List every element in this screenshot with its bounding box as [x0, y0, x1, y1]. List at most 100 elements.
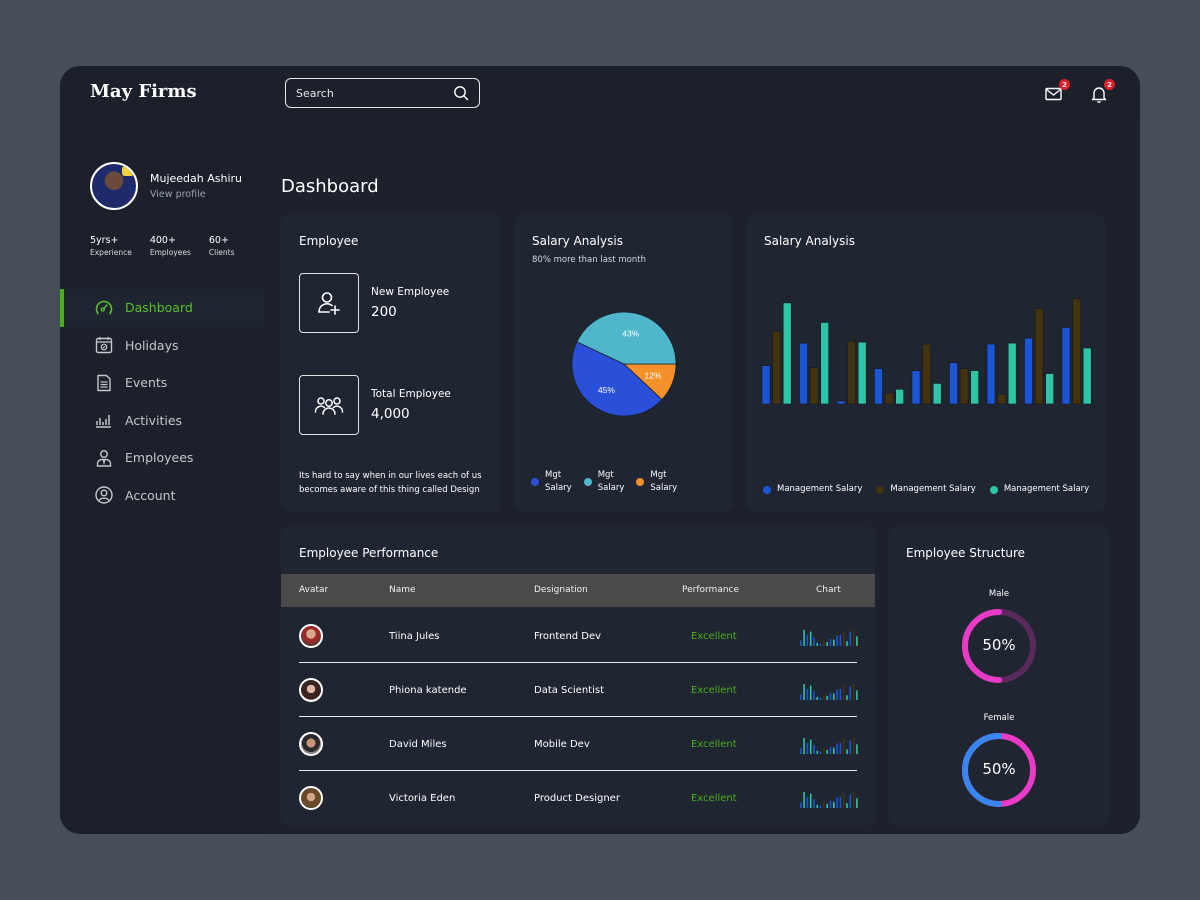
avatar [299, 624, 323, 648]
employee-designation: Data Scientist [534, 685, 604, 696]
employee-designation: Frontend Dev [534, 631, 602, 642]
pie-slice-label: 45% [598, 385, 615, 395]
bar[interactable] [1061, 327, 1071, 405]
sparkline-bar [819, 697, 822, 700]
column-header-name[interactable]: Name [389, 585, 416, 595]
bar[interactable] [1082, 347, 1092, 405]
employee-card: Employee New Employee 200 Total Employee [281, 214, 500, 512]
top-bar: May Firms 2 2 [60, 66, 1140, 121]
employee-name: Victoria Eden [389, 793, 456, 804]
search-icon[interactable] [453, 85, 469, 101]
bar[interactable] [857, 341, 867, 405]
view-profile-link[interactable]: View profile [150, 189, 242, 200]
new-employee-tile[interactable] [299, 273, 359, 333]
sidebar-item-events[interactable]: Events [60, 364, 263, 402]
bar[interactable] [836, 400, 846, 405]
sparkline-bar [823, 640, 825, 646]
sparkline-bar [823, 748, 825, 754]
stat-clients: 60+ Clients [209, 235, 235, 257]
bar[interactable] [1034, 308, 1044, 405]
bar[interactable] [959, 368, 969, 405]
bar[interactable] [884, 392, 894, 405]
sparkline-bar [852, 684, 855, 700]
bar[interactable] [911, 370, 921, 405]
total-employee-tile[interactable] [299, 375, 359, 435]
legend-label: Management Salary [777, 484, 863, 494]
table-row[interactable]: David Miles Mobile Dev Excellent [281, 718, 875, 772]
sparkline-bar [846, 695, 848, 700]
brand-logo[interactable]: May Firms [90, 81, 197, 102]
sidebar-item-employees[interactable]: Employees [60, 439, 263, 477]
legend-line2: Salary [597, 483, 625, 493]
card-title: Salary Analysis [764, 234, 855, 248]
bar[interactable] [1007, 342, 1017, 405]
sparkline-bar [852, 630, 855, 646]
bar[interactable] [809, 367, 819, 405]
legend-line2: Salary [650, 483, 678, 493]
sparkline-bar [816, 804, 819, 808]
column-header-designation[interactable]: Designation [534, 585, 588, 595]
column-header-avatar[interactable]: Avatar [299, 585, 328, 595]
sparkline-bar [803, 738, 805, 754]
nav-label: Account [125, 487, 176, 503]
notifications-button[interactable]: 2 [1089, 79, 1115, 104]
bar[interactable] [895, 388, 904, 405]
nav-label: Employees [125, 450, 194, 466]
bar[interactable] [932, 383, 942, 405]
bar[interactable] [1024, 337, 1033, 405]
sparkline-bar [826, 642, 828, 646]
sparkline-bar [809, 631, 812, 646]
bar[interactable] [782, 302, 792, 405]
sparkline-bar [849, 794, 852, 808]
total-employee-label: Total Employee [371, 388, 451, 400]
sparkline-bar [813, 691, 815, 700]
sparkline-bar [806, 742, 809, 754]
stat-value: 60+ [208, 235, 229, 246]
sparkline-bar [806, 634, 809, 646]
bar[interactable] [761, 365, 771, 405]
bar[interactable] [799, 342, 808, 405]
sparkline-bar [836, 635, 838, 646]
search-box[interactable] [285, 78, 480, 108]
legend-label: Management Salary [890, 484, 976, 494]
bar[interactable] [997, 393, 1006, 405]
table-row[interactable]: Victoria Eden Product Designer Excellent [281, 772, 875, 826]
app-window: May Firms 2 2 Muje [60, 66, 1140, 834]
sparkline-bar [806, 796, 809, 808]
bar[interactable] [1045, 373, 1055, 405]
sparkline-bar [800, 640, 802, 646]
bar[interactable] [922, 343, 931, 405]
profile-avatar[interactable] [90, 162, 138, 210]
user-tie-icon [94, 448, 114, 468]
column-header-performance[interactable]: Performance [682, 585, 739, 595]
bar[interactable] [970, 370, 979, 405]
legend-line1: Mgt [545, 470, 562, 480]
bar[interactable] [847, 340, 856, 405]
sidebar-item-dashboard[interactable]: Dashboard [60, 289, 263, 327]
employee-name: Phiona katende [389, 685, 467, 696]
table-row[interactable]: Phiona katende Data Scientist Excellent [281, 664, 875, 718]
bar[interactable] [874, 368, 883, 405]
sparkline-chart [800, 630, 858, 646]
table-row[interactable]: Tiina Jules Frontend Dev Excellent [281, 610, 875, 664]
bar[interactable] [772, 331, 781, 405]
legend-label: Management Salary [1003, 484, 1090, 494]
bar[interactable] [949, 362, 958, 405]
sparkline-bar [800, 802, 802, 808]
sidebar-item-holidays[interactable]: Holidays [60, 327, 263, 365]
performance-status: Excellent [691, 739, 737, 750]
sidebar-item-account[interactable]: Account [60, 477, 263, 515]
sparkline-bar [836, 743, 838, 754]
mail-button[interactable]: 2 [1044, 79, 1070, 104]
sparkline-bar [823, 694, 825, 700]
stat-experience: 5yrs+ Experience [90, 235, 132, 257]
bar[interactable] [820, 322, 830, 405]
column-header-chart[interactable]: Chart [816, 585, 841, 595]
bar[interactable] [1072, 298, 1081, 405]
bar[interactable] [986, 343, 996, 405]
page-title: Dashboard [281, 176, 379, 197]
bar-chart-icon [94, 410, 114, 430]
sidebar-item-activities[interactable]: Activities [60, 402, 263, 440]
search-input[interactable] [296, 86, 453, 100]
sparkline-bar [829, 692, 832, 700]
